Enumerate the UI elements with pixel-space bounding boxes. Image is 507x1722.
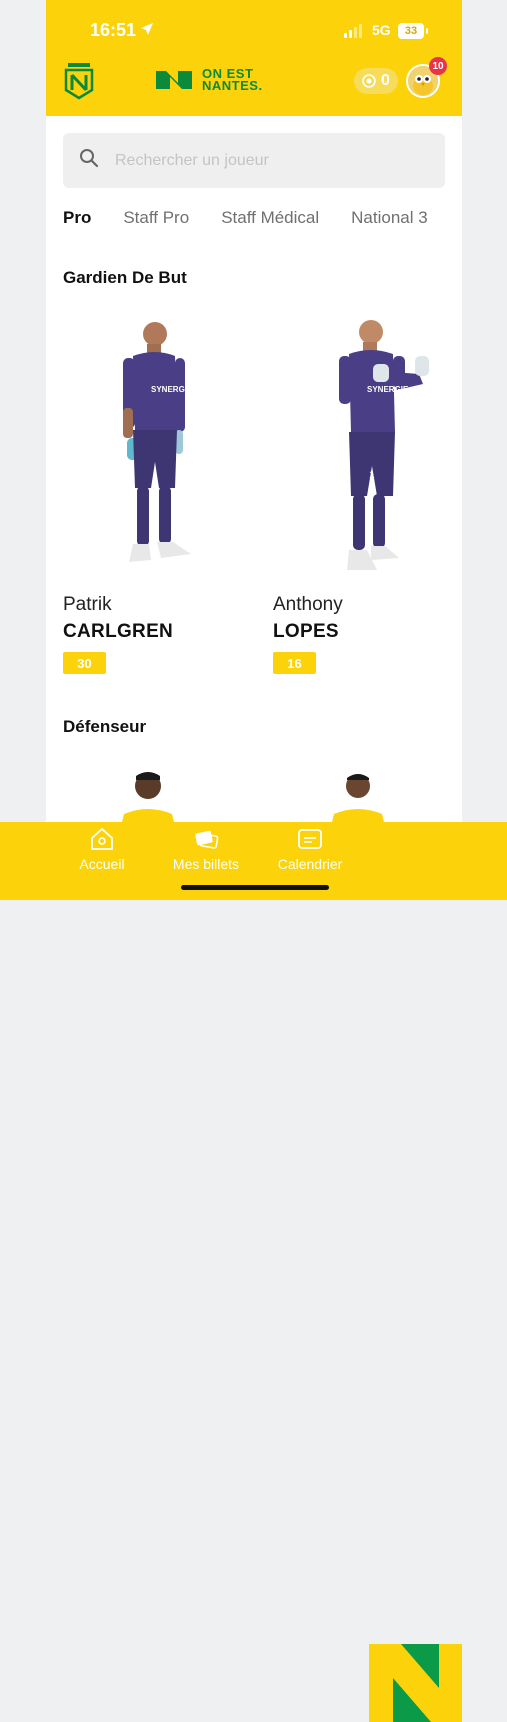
n-logo-icon xyxy=(156,71,192,89)
tab-pro[interactable]: Pro xyxy=(63,208,91,228)
player-card[interactable] xyxy=(106,770,186,830)
network-label: 5G xyxy=(372,22,391,38)
player-last-name: LOPES xyxy=(273,621,339,642)
player-photo xyxy=(330,774,386,830)
svg-text:SYNERGIE: SYNERGIE xyxy=(151,385,193,394)
search-input[interactable] xyxy=(115,151,415,170)
nav-tickets[interactable]: Mes billets xyxy=(156,826,256,872)
signal-icon xyxy=(344,24,362,38)
brand-logo: ON EST NANTES. xyxy=(154,67,263,93)
nav-calendar-label: Calendrier xyxy=(277,856,343,872)
status-time: 16:51 xyxy=(90,20,137,40)
tab-national-3[interactable]: National 3 xyxy=(351,208,428,228)
player-number-badge: 30 xyxy=(63,652,106,674)
player-card[interactable]: 1 SYNERGIE Anthony LOPES 16 xyxy=(273,312,462,682)
player-last-name: CARLGREN xyxy=(63,621,174,642)
home-indicator xyxy=(181,885,329,890)
calendar-icon xyxy=(298,829,322,849)
location-arrow-icon xyxy=(140,22,154,41)
home-icon xyxy=(91,827,113,850)
brand-line-2: NANTES. xyxy=(202,78,263,93)
nav-calendar[interactable]: Calendrier xyxy=(260,826,360,872)
nantes-corner-logo[interactable] xyxy=(369,1644,462,1722)
points-badge[interactable]: 0 xyxy=(354,68,398,94)
nav-home-label: Accueil xyxy=(79,856,125,872)
battery-icon: 33 xyxy=(398,23,428,39)
player-photo: SYNERGIE xyxy=(123,322,193,562)
svg-text:1: 1 xyxy=(369,470,375,481)
points-value: 0 xyxy=(381,72,390,89)
player-photo: 1 SYNERGIE xyxy=(339,320,429,570)
section-title-goalkeepers: Gardien De But xyxy=(63,268,187,287)
player-photo xyxy=(120,772,176,830)
tab-staff-medical[interactable]: Staff Médical xyxy=(221,208,319,228)
tab-staff-pro[interactable]: Staff Pro xyxy=(123,208,189,228)
player-first-name: Anthony xyxy=(273,594,343,615)
tickets-icon xyxy=(195,830,219,849)
search-icon xyxy=(79,148,99,173)
notification-badge[interactable]: 10 xyxy=(429,57,447,75)
player-number-badge: 16 xyxy=(273,652,316,674)
svg-text:SYNERGIE: SYNERGIE xyxy=(367,385,409,394)
nav-home[interactable]: Accueil xyxy=(52,826,152,872)
nav-tickets-label: Mes billets xyxy=(172,856,240,872)
coin-icon xyxy=(362,74,376,88)
section-title-defenders: Défenseur xyxy=(63,717,147,736)
player-card[interactable]: SYNERGIE Patrik CARLGREN 30 xyxy=(63,312,253,682)
app-screen: 16:51 5G 33 ON EST NANTES. 0 10 Recherch… xyxy=(46,0,462,900)
player-card[interactable] xyxy=(318,770,398,830)
fc-nantes-logo[interactable] xyxy=(64,62,94,105)
player-first-name: Patrik xyxy=(63,594,112,615)
category-tabs: Pro Staff Pro Staff Médical National 3 xyxy=(63,208,460,228)
app-header: 16:51 5G 33 ON EST NANTES. 0 10 xyxy=(46,0,462,116)
search-bar[interactable] xyxy=(63,133,445,188)
